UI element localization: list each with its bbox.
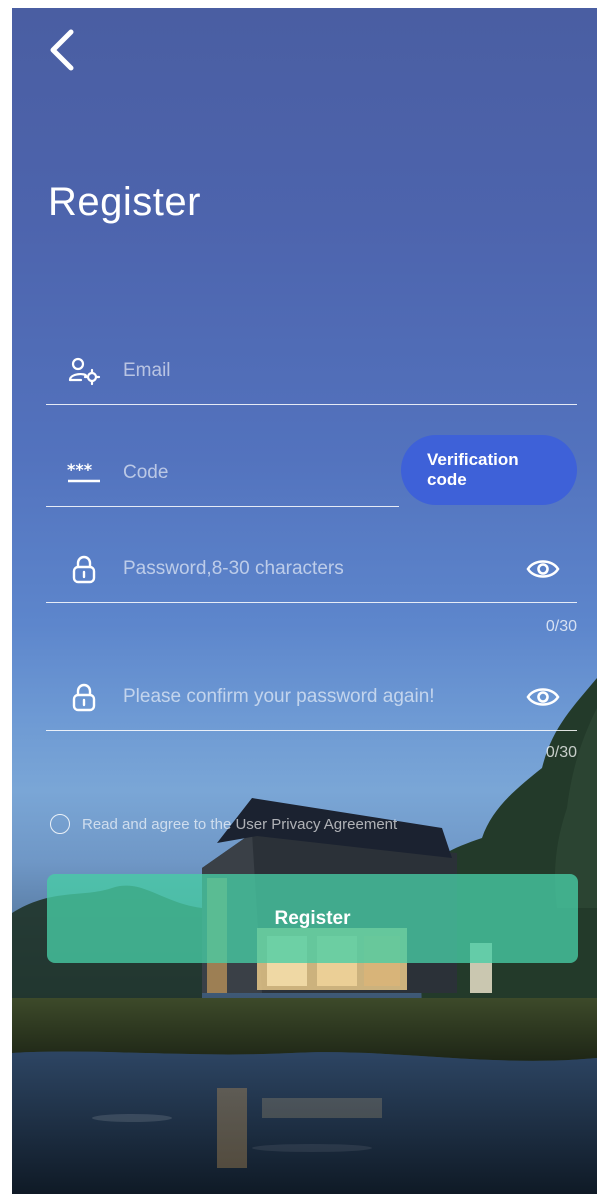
asterisk-code-icon: *** xyxy=(66,456,102,490)
privacy-agreement-checkbox[interactable]: Read and agree to the User Privacy Agree… xyxy=(50,812,397,836)
email-field-row xyxy=(46,340,577,405)
eye-icon xyxy=(526,688,560,706)
chevron-left-icon xyxy=(50,29,74,71)
svg-text:***: *** xyxy=(67,462,93,479)
register-button[interactable]: Register xyxy=(47,874,578,963)
confirm-password-field-row xyxy=(46,666,577,731)
password-char-counter: 0/30 xyxy=(545,618,577,635)
user-settings-icon xyxy=(66,354,102,388)
verification-code-label-line2: code xyxy=(427,470,467,489)
lock-icon xyxy=(66,552,102,586)
agreement-label: Read and agree to the User Privacy Agree… xyxy=(82,815,398,833)
password-visibility-toggle[interactable] xyxy=(525,554,561,584)
page-title: Register xyxy=(48,180,201,224)
lock-icon xyxy=(66,680,102,714)
confirm-password-char-counter: 0/30 xyxy=(545,744,577,761)
agreement-radio[interactable] xyxy=(50,814,70,834)
confirm-password-input[interactable] xyxy=(121,678,520,716)
verification-code-button[interactable]: Verification code xyxy=(401,435,577,505)
code-field-row: *** xyxy=(46,442,399,507)
confirm-password-visibility-toggle[interactable] xyxy=(525,682,561,712)
eye-icon xyxy=(526,560,560,578)
back-button[interactable] xyxy=(42,22,82,78)
code-input[interactable] xyxy=(121,454,385,492)
verification-code-label-line1: Verification xyxy=(427,450,519,469)
password-input[interactable] xyxy=(121,550,515,588)
email-input[interactable] xyxy=(121,352,545,390)
register-screen: Register *** xyxy=(12,8,597,1194)
password-field-row xyxy=(46,538,577,603)
